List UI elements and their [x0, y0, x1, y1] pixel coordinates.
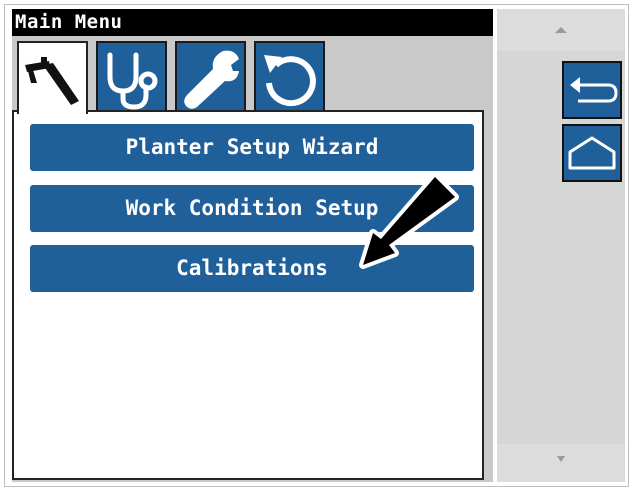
- main-menu-screen: Main Menu Planter Setup Wizard Work Cond…: [0, 0, 633, 491]
- caliper-icon: [25, 57, 79, 105]
- scroll-down-button[interactable]: [497, 444, 625, 482]
- planter-setup-wizard-button[interactable]: Planter Setup Wizard: [30, 124, 474, 171]
- wrench-icon: [184, 50, 239, 109]
- reset-icon: [264, 55, 316, 107]
- home-button[interactable]: [562, 124, 622, 182]
- title-bar: Main Menu: [12, 9, 493, 36]
- tab-diagnostics[interactable]: [96, 41, 167, 112]
- back-button[interactable]: [562, 61, 622, 119]
- page-title: Main Menu: [15, 11, 123, 33]
- tab-setup[interactable]: [17, 41, 88, 114]
- scroll-down-icon: [557, 456, 565, 462]
- stethoscope-icon: [107, 52, 158, 110]
- scroll-up-icon: [555, 27, 567, 33]
- home-icon: [568, 136, 616, 170]
- scroll-up-button[interactable]: [497, 9, 625, 51]
- tab-reset[interactable]: [254, 41, 325, 112]
- tab-tools[interactable]: [175, 41, 246, 112]
- pointer-arrow-icon: [359, 175, 459, 269]
- back-arrow-icon: [570, 77, 618, 103]
